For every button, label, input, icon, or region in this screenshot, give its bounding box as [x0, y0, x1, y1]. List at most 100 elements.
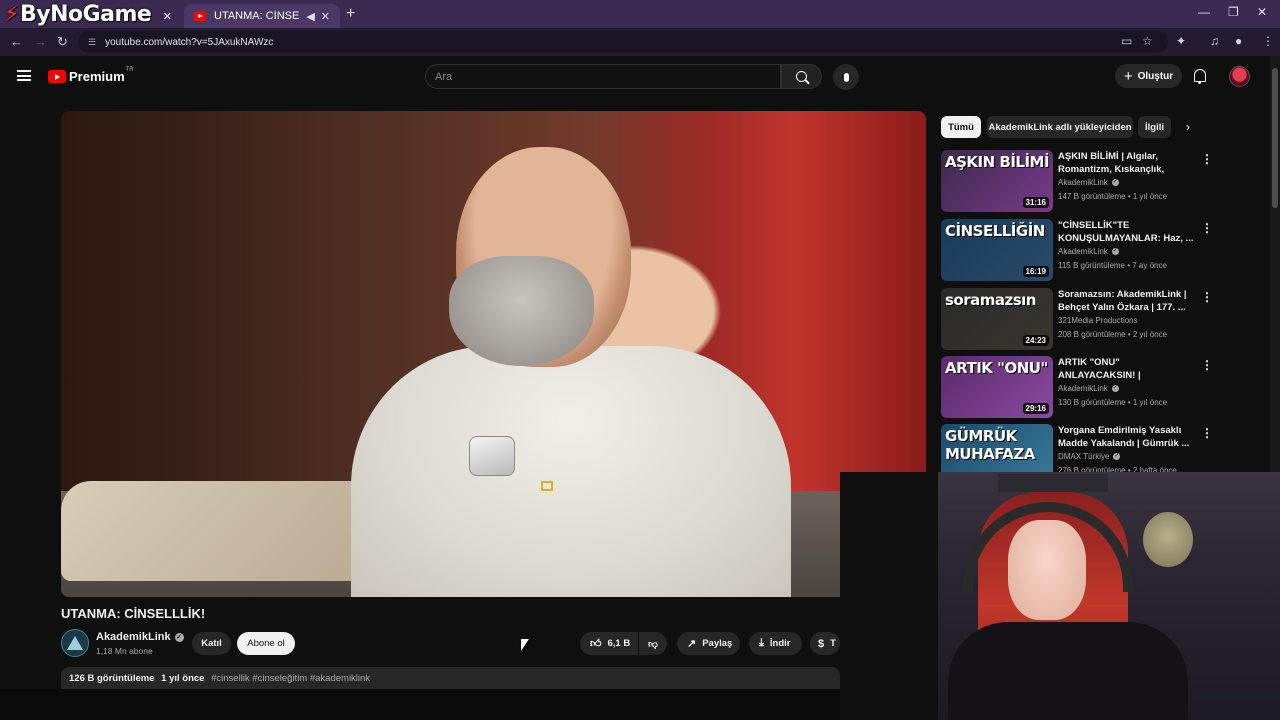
recommendation-thumbnail[interactable]: GÜMRÜK MUHAFAZA [941, 424, 1053, 472]
join-button[interactable]: Katıl [192, 632, 231, 655]
thumbnail-text: CİNSELLİĞİN [945, 222, 1045, 240]
more-options-icon[interactable]: ⋮ [1201, 426, 1213, 440]
plus-icon: + [1123, 67, 1133, 85]
recommendation-thumbnail[interactable]: AŞKIN BİLİMİ 31:16 [941, 150, 1053, 212]
browser-tab-active[interactable]: UTANMA: CİNSELLLİK! - YouTube ◀ ✕ [184, 4, 340, 28]
voice-search-button[interactable] [833, 64, 859, 90]
share-button[interactable]: ↗ Paylaş [677, 632, 740, 655]
thanks-label: T [830, 638, 836, 649]
recommendation-channel-row[interactable]: AkademikLink ✓ [1058, 384, 1119, 393]
duration-badge: 29:16 [1022, 403, 1049, 414]
close-window-icon[interactable]: ✕ [1257, 5, 1267, 19]
recommendation-thumbnail[interactable]: soramazsın 24:23 [941, 288, 1053, 350]
channel-name[interactable]: AkademikLink [96, 631, 171, 643]
recommendation-thumbnail[interactable]: CİNSELLİĞİN 16:19 [941, 219, 1053, 281]
recommendation-item[interactable]: soramazsın 24:23 Soramazsın: AkademikLink … [941, 288, 1263, 350]
microphone-icon [843, 72, 849, 82]
recommendation-channel-row[interactable]: DMAX Türkiye ✓ [1058, 452, 1121, 461]
cast-icon[interactable]: ▭ [1121, 34, 1132, 48]
dislike-button[interactable]: 👎︎ [639, 632, 667, 655]
video-frame-pillow [61, 481, 391, 581]
chip-related[interactable]: İlgili [1138, 116, 1171, 138]
like-button[interactable]: 👍︎ 6,1 B [580, 632, 638, 655]
youtube-premium-logo[interactable]: Premium TR [48, 67, 134, 84]
search-placeholder: Ara [435, 70, 453, 83]
description-box[interactable]: 126 B görüntüleme 1 yıl önce #cinsellik … [61, 667, 840, 689]
notifications-bell-icon[interactable] [1194, 69, 1206, 84]
recommendation-channel: AkademikLink [1058, 178, 1108, 187]
webcam-shadow [840, 472, 938, 720]
more-options-icon[interactable]: ⋮ [1201, 221, 1213, 235]
recommendation-item[interactable]: ARTIK "ONU" 29:16 ARTIK "ONU" ANLAYACAKSIN… [941, 356, 1263, 418]
webcam-streamer-body [948, 622, 1188, 720]
scrollbar-thumb[interactable] [1272, 68, 1278, 208]
recommendation-item[interactable]: CİNSELLİĞİN 16:19 "CİNSELLİK"TE KONUŞULMAY… [941, 219, 1263, 281]
recommendation-title[interactable]: AŞKIN BİLİMİ | Algılar, Romantizm, Kıska… [1058, 150, 1198, 176]
streamer-webcam [938, 472, 1280, 720]
bottom-shadow [0, 689, 840, 720]
back-icon[interactable]: ← [10, 34, 23, 49]
youtube-favicon-icon [194, 11, 206, 21]
account-avatar[interactable] [1229, 66, 1250, 87]
duration-badge: 16:19 [1022, 266, 1049, 277]
new-tab-icon[interactable]: + [346, 5, 355, 23]
recommendation-item[interactable]: AŞKIN BİLİMİ 31:16 AŞKIN BİLİMİ | Algılar,… [941, 150, 1263, 212]
channel-logo-icon [67, 636, 83, 650]
minimize-icon[interactable]: — [1198, 5, 1210, 19]
video-frame-beard [449, 256, 594, 366]
recommendation-channel-row[interactable]: AkademikLink ✓ [1058, 178, 1119, 187]
thumbs-up-icon: 👍︎ [590, 638, 602, 650]
youtube-play-icon [48, 70, 66, 83]
chip-all[interactable]: Tümü [941, 116, 981, 138]
verified-icon: ✓ [1113, 453, 1121, 460]
recommendation-title[interactable]: Yorgana Emdirilmiş Yasaklı Madde Yakalan… [1058, 424, 1198, 450]
thanks-button[interactable]: $ T [810, 632, 840, 655]
channel-avatar[interactable] [61, 629, 89, 657]
reload-icon[interactable]: ↻ [57, 34, 68, 50]
download-button[interactable]: ⤓ İndir [749, 632, 802, 655]
share-icon: ↗ [687, 638, 697, 650]
hashtags[interactable]: #cinsellik #cinseleğitim #akademiklink [211, 673, 370, 684]
more-options-icon[interactable]: ⋮ [1201, 358, 1213, 372]
restore-icon[interactable]: ❐ [1228, 5, 1239, 19]
menu-icon[interactable] [17, 70, 31, 81]
subscribe-button[interactable]: Abone ol [237, 632, 295, 655]
chip-from-uploader[interactable]: AkademikLink adlı yükleyiciden [987, 116, 1133, 138]
recommendation-channel-row[interactable]: AkademikLink ✓ [1058, 247, 1119, 256]
create-button[interactable]: + Oluştur [1115, 64, 1182, 88]
browser-menu-icon[interactable]: ⋮ [1262, 34, 1274, 48]
video-frame-lapel-mic [469, 436, 515, 476]
site-info-icon[interactable]: ☰ [88, 37, 96, 48]
media-control-icon[interactable]: ♫ [1210, 34, 1219, 48]
youtube-header: Premium TR Ara + Oluştur [0, 56, 1270, 98]
chevron-right-icon[interactable]: › [1186, 120, 1190, 134]
recommendation-channel: AkademikLink [1058, 384, 1108, 393]
recommendation-title[interactable]: "CİNSELLİK"TE KONUŞULMAYANLAR: Haz, ... [1058, 219, 1198, 245]
profile-icon[interactable]: ● [1235, 34, 1242, 48]
channel-name-row[interactable]: AkademikLink ✓ [96, 631, 184, 643]
thumbs-down-icon: 👎︎ [648, 638, 658, 650]
close-tab-icon[interactable]: ✕ [321, 10, 330, 23]
video-frame-shirt [351, 346, 791, 597]
more-options-icon[interactable]: ⋮ [1201, 152, 1213, 166]
url-field[interactable]: ☰ youtube.com/watch?v=5JAxukNAWzc [78, 31, 1168, 53]
video-player[interactable] [61, 111, 926, 597]
verified-icon: ✓ [174, 632, 184, 642]
bookmark-star-icon[interactable]: ☆ [1142, 34, 1153, 48]
bynogame-watermark-logo: ⚡ByNoGame [4, 2, 152, 27]
extensions-icon[interactable]: ✦ [1176, 34, 1186, 48]
search-button[interactable] [781, 64, 822, 89]
forward-icon[interactable]: → [34, 34, 47, 49]
speaker-icon[interactable]: ◀ [306, 10, 314, 23]
recommendation-item[interactable]: GÜMRÜK MUHAFAZA Yorgana Emdirilmiş Yasakl… [941, 424, 1263, 472]
thumbnail-text: AŞKIN BİLİMİ [945, 153, 1050, 171]
close-tab-icon[interactable]: ✕ [163, 10, 172, 23]
recommendation-thumbnail[interactable]: ARTIK "ONU" 29:16 [941, 356, 1053, 418]
more-options-icon[interactable]: ⋮ [1201, 290, 1213, 304]
search-input[interactable]: Ara [425, 64, 781, 89]
download-label: İndir [769, 638, 791, 649]
recommendation-title[interactable]: Soramazsın: AkademikLink | Behçet Yalın … [1058, 288, 1198, 314]
recommendation-channel-row[interactable]: 321Media Productions [1058, 316, 1138, 325]
recommendation-title[interactable]: ARTIK "ONU" ANLAYACAKSIN! | Cinsiyetleri… [1058, 356, 1198, 382]
upload-age: 1 yıl önce [161, 673, 205, 684]
